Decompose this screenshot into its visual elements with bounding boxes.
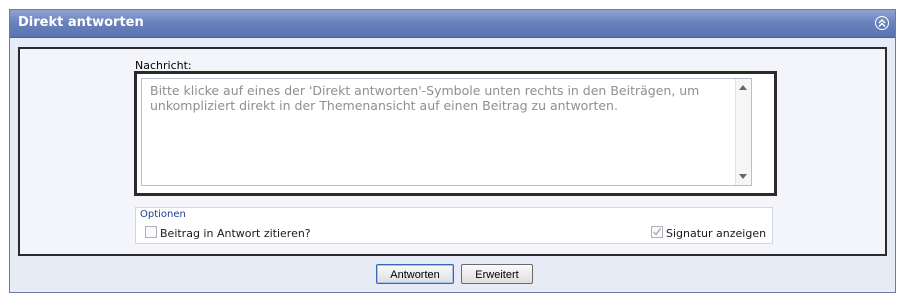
message-placeholder-text: Bitte klicke auf eines der 'Direkt antwo…	[150, 83, 700, 113]
options-box: Optionen Beitrag in Antwort zitieren? Si…	[135, 207, 773, 244]
options-title: Optionen	[140, 209, 186, 220]
signature-checkbox[interactable]	[651, 226, 663, 238]
direct-reply-panel: Direkt antworten Nachricht: Bitte klicke…	[9, 9, 896, 293]
scroll-down-arrow-icon[interactable]	[739, 174, 747, 179]
signature-checkbox-label[interactable]: Signatur anzeigen	[666, 227, 766, 240]
quote-checkbox-label[interactable]: Beitrag in Antwort zitieren?	[160, 227, 311, 240]
message-editor-frame: Bitte klicke auf eines der 'Direkt antwo…	[134, 71, 777, 196]
textarea-scrollbar[interactable]	[735, 79, 751, 185]
scroll-up-arrow-icon[interactable]	[739, 85, 747, 90]
double-chevron-up-icon[interactable]	[875, 16, 889, 30]
extended-button[interactable]: Erweitert	[461, 264, 533, 284]
panel-header: Direkt antworten	[10, 10, 895, 38]
message-textarea[interactable]: Bitte klicke auf eines der 'Direkt antwo…	[141, 78, 752, 186]
checkmark-icon	[653, 228, 661, 236]
panel-title: Direkt antworten	[18, 15, 144, 30]
answer-button[interactable]: Antworten	[376, 264, 454, 284]
reply-form-area: Nachricht: Bitte klicke auf eines der 'D…	[18, 47, 887, 256]
quote-checkbox[interactable]	[145, 226, 157, 238]
